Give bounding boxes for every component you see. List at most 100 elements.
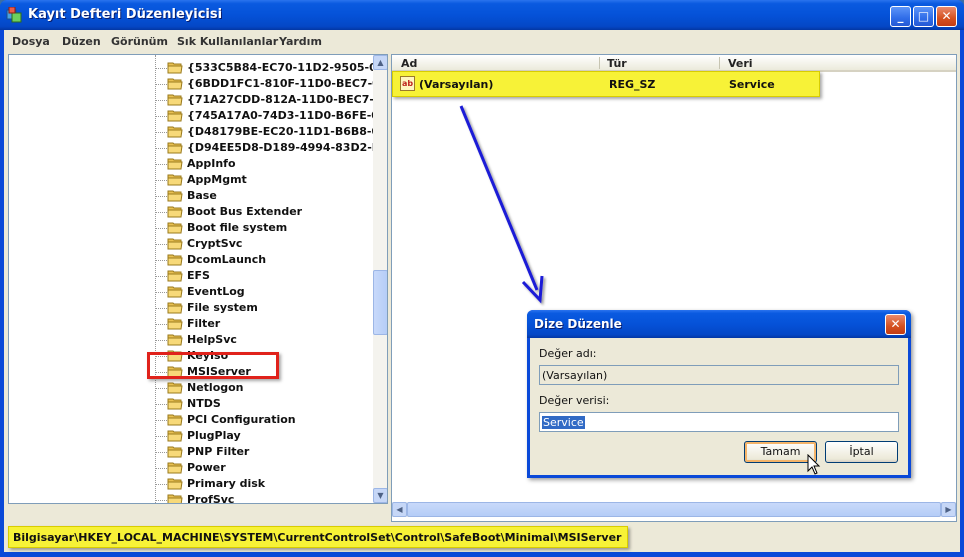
menu-gorunum[interactable]: Görünüm bbox=[111, 35, 168, 48]
folder-icon bbox=[167, 190, 183, 202]
column-ad[interactable]: Ad bbox=[401, 57, 417, 70]
tree-connector bbox=[155, 164, 167, 165]
tree-item-label: Primary disk bbox=[187, 477, 266, 490]
tree-item[interactable]: PCI Configuration bbox=[9, 412, 371, 428]
tree-connector bbox=[155, 116, 167, 117]
maximize-button[interactable]: □ bbox=[913, 6, 934, 27]
dialog-title-bar[interactable]: Dize Düzenle ✕ bbox=[527, 310, 911, 338]
tree-item[interactable]: HelpSvc bbox=[9, 332, 371, 348]
menu-duzen[interactable]: Düzen bbox=[62, 35, 101, 48]
tree-item-label: HelpSvc bbox=[187, 333, 237, 346]
tree-item-label: Boot file system bbox=[187, 221, 288, 234]
tree-item[interactable]: Boot file system bbox=[9, 220, 371, 236]
column-divider[interactable] bbox=[719, 57, 720, 69]
close-button[interactable]: ✕ bbox=[936, 6, 957, 27]
scroll-down-arrow-icon[interactable]: ▼ bbox=[373, 488, 387, 503]
tree-item-label: Filter bbox=[187, 317, 221, 330]
tree-item-label: File system bbox=[187, 301, 258, 314]
tree-item-label: {6BDD1FC1-810F-11D0-BEC7-08 bbox=[187, 77, 388, 90]
cancel-button[interactable]: İptal bbox=[825, 441, 898, 463]
minimize-button[interactable]: _ bbox=[890, 6, 911, 27]
menu-sik-kullanilanlar[interactable]: Sık Kullanılanlar bbox=[177, 35, 278, 48]
string-value-icon: ab bbox=[400, 76, 415, 91]
tree-connector bbox=[155, 68, 167, 69]
tree-item[interactable]: {71A27CDD-812A-11D0-BEC7-08 bbox=[9, 92, 387, 108]
folder-icon bbox=[167, 142, 183, 154]
tree-item[interactable]: ProfSvc bbox=[9, 492, 371, 504]
folder-icon bbox=[167, 286, 183, 298]
tree-connector bbox=[155, 196, 167, 197]
menu-yardim[interactable]: Yardım bbox=[279, 35, 322, 48]
tree-item[interactable]: DcomLaunch bbox=[9, 252, 371, 268]
tree-item[interactable]: AppInfo bbox=[9, 156, 371, 172]
tree-item[interactable]: EFS bbox=[9, 268, 371, 284]
tree-item[interactable]: {D94EE5D8-D189-4994-83D2-F6 bbox=[9, 140, 387, 156]
tree-item[interactable]: Base bbox=[9, 188, 371, 204]
column-divider[interactable] bbox=[599, 57, 600, 69]
scroll-thumb[interactable] bbox=[373, 270, 387, 335]
tree-item[interactable]: {745A17A0-74D3-11D0-B6FE-00 bbox=[9, 108, 387, 124]
value-row-default[interactable]: ab (Varsayılan) REG_SZ Service bbox=[392, 71, 820, 97]
tree-item[interactable]: File system bbox=[9, 300, 371, 316]
folder-icon bbox=[167, 62, 183, 74]
tree-item-label: EventLog bbox=[187, 285, 245, 298]
tree-item-label: Power bbox=[187, 461, 226, 474]
scroll-up-arrow-icon[interactable]: ▲ bbox=[373, 55, 387, 70]
tree-item-label: {D94EE5D8-D189-4994-83D2-F6 bbox=[187, 141, 387, 154]
tree-connector bbox=[155, 452, 167, 453]
title-bar[interactable]: Kayıt Defteri Düzenleyicisi _ □ ✕ bbox=[0, 0, 964, 30]
tree-item[interactable]: Filter bbox=[9, 316, 371, 332]
folder-icon bbox=[167, 206, 183, 218]
value-data-input[interactable]: Service bbox=[539, 412, 899, 432]
tree-connector bbox=[155, 244, 167, 245]
tree-item-label: ProfSvc bbox=[187, 493, 235, 504]
tree-item-label: EFS bbox=[187, 269, 210, 282]
menu-dosya[interactable]: Dosya bbox=[12, 35, 50, 48]
key-tree-pane[interactable]: {533C5B84-EC70-11D2-9505-00C {6BDD1FC1-81… bbox=[8, 54, 388, 504]
dialog-close-button[interactable]: ✕ bbox=[885, 314, 906, 335]
tree-item-label: AppInfo bbox=[187, 157, 236, 170]
tree-item[interactable]: Boot Bus Extender bbox=[9, 204, 371, 220]
tree-item[interactable]: Power bbox=[9, 460, 371, 476]
list-horizontal-scrollbar[interactable]: ◀ ▶ bbox=[392, 502, 956, 517]
tree-item[interactable]: NTDS bbox=[9, 396, 371, 412]
scroll-left-arrow-icon[interactable]: ◀ bbox=[392, 502, 407, 517]
tree-connector bbox=[155, 148, 167, 149]
horizontal-scroll-thumb[interactable] bbox=[407, 502, 941, 517]
column-tur[interactable]: Tür bbox=[607, 57, 627, 70]
mouse-cursor-icon bbox=[807, 454, 821, 475]
tree-item[interactable]: {6BDD1FC1-810F-11D0-BEC7-08 bbox=[9, 76, 387, 92]
tree-connector bbox=[155, 500, 167, 501]
tree-item[interactable]: {D48179BE-EC20-11D1-B6B8-00C bbox=[9, 124, 387, 140]
tree-connector bbox=[155, 276, 167, 277]
tree-item-label: {71A27CDD-812A-11D0-BEC7-08 bbox=[187, 93, 388, 106]
tree-item[interactable]: {533C5B84-EC70-11D2-9505-00C bbox=[9, 60, 387, 76]
tree-item[interactable]: AppMgmt bbox=[9, 172, 371, 188]
folder-icon bbox=[167, 238, 183, 250]
tree-connector bbox=[155, 260, 167, 261]
tree-item[interactable]: EventLog bbox=[9, 284, 371, 300]
tree-vertical-scrollbar[interactable]: ▲ ▼ bbox=[373, 55, 387, 503]
folder-icon bbox=[167, 78, 183, 90]
column-veri[interactable]: Veri bbox=[728, 57, 753, 70]
tree-item[interactable]: PNP Filter bbox=[9, 444, 371, 460]
folder-icon bbox=[167, 382, 183, 394]
tree-item[interactable]: Primary disk bbox=[9, 476, 371, 492]
folder-icon bbox=[167, 174, 183, 186]
folder-icon bbox=[167, 254, 183, 266]
folder-icon bbox=[167, 478, 183, 490]
folder-icon bbox=[167, 318, 183, 330]
tree-item[interactable]: Netlogon bbox=[9, 380, 371, 396]
menu-bar: Dosya Düzen Görünüm Sık Kullanılanlar Ya… bbox=[4, 30, 960, 52]
status-bar: Bilgisayar\HKEY_LOCAL_MACHINE\SYSTEM\Cur… bbox=[4, 524, 960, 552]
folder-icon bbox=[167, 494, 183, 503]
value-name-label: Değer adı: bbox=[539, 347, 597, 360]
dialog-title: Dize Düzenle bbox=[534, 317, 622, 331]
tree-item[interactable]: CryptSvc bbox=[9, 236, 371, 252]
folder-icon bbox=[167, 462, 183, 474]
tree-connector bbox=[155, 436, 167, 437]
scroll-right-arrow-icon[interactable]: ▶ bbox=[941, 502, 956, 517]
tree-item[interactable]: PlugPlay bbox=[9, 428, 371, 444]
edit-string-dialog: Dize Düzenle ✕ Değer adı: (Varsayılan) D… bbox=[527, 310, 911, 478]
tree-connector bbox=[155, 84, 167, 85]
